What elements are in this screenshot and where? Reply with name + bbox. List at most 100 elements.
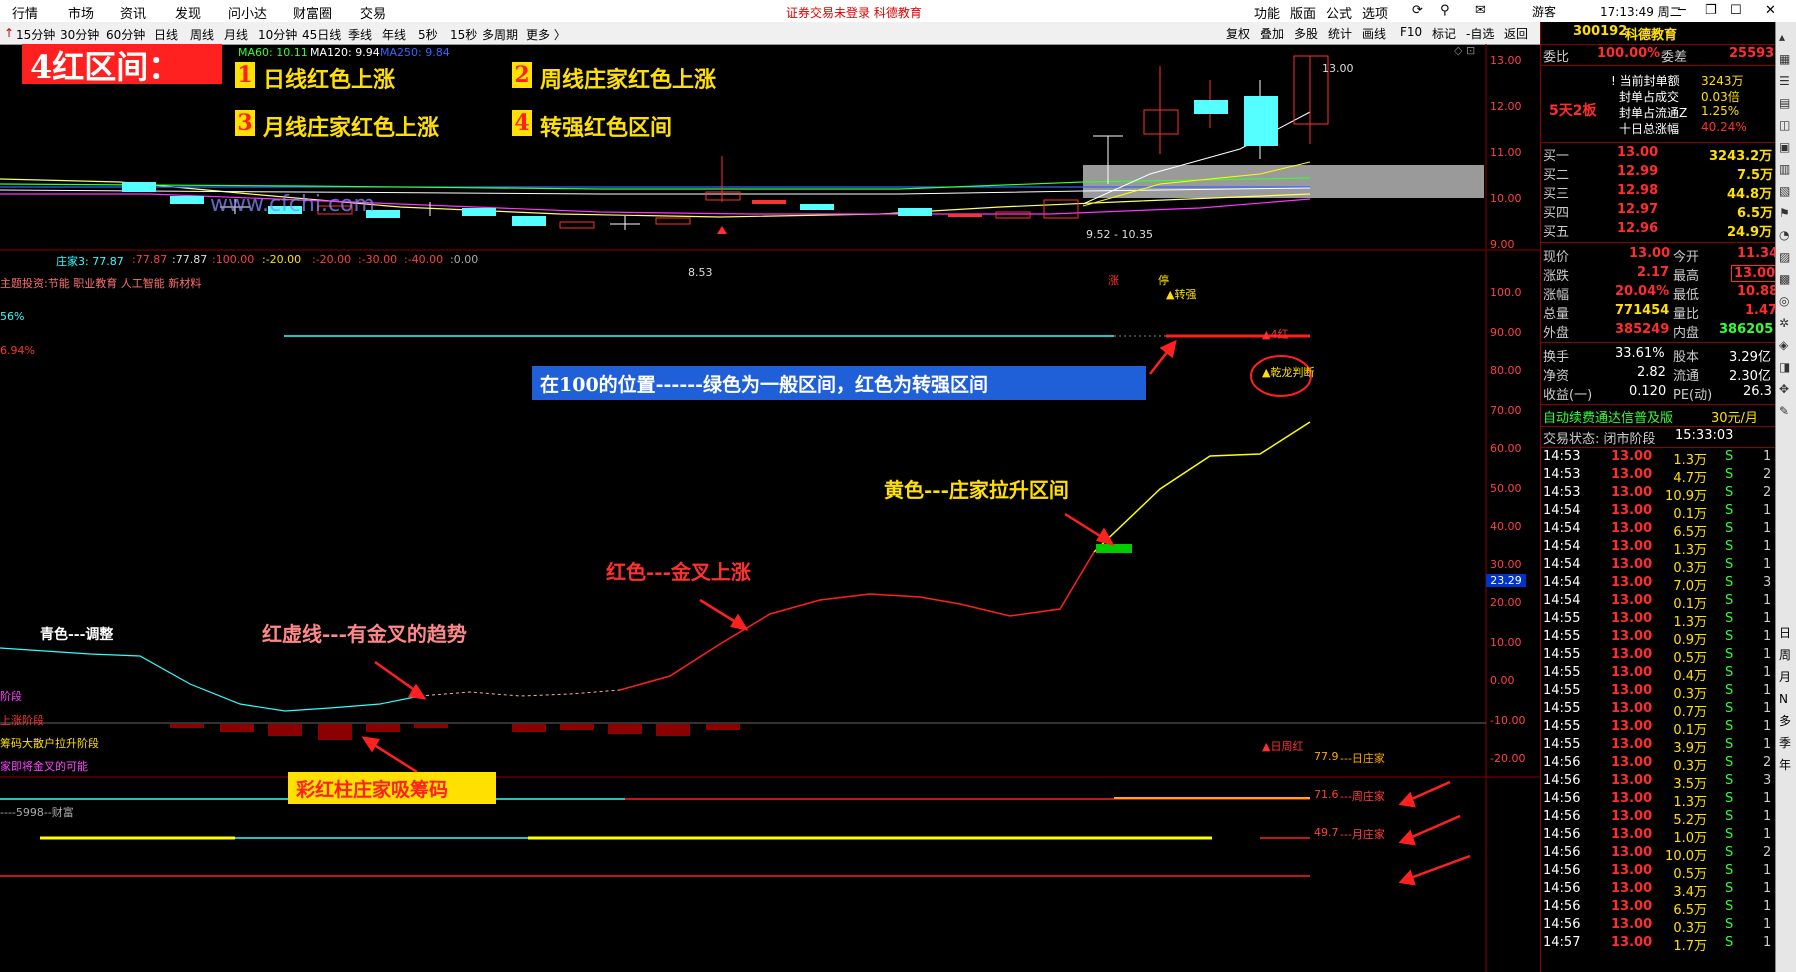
menu-item-hangqing[interactable]: 行情	[12, 3, 38, 22]
tick-row: 14:55 13.00 3.9万 S 1	[1541, 737, 1776, 756]
promo-price[interactable]: 30元/月	[1711, 407, 1758, 426]
btn-duogu[interactable]: 多股	[1294, 25, 1318, 42]
promo-link[interactable]: 自动续费通达信普及版	[1543, 407, 1673, 426]
indicator-val: :-20.00	[312, 253, 352, 266]
sidebar-tab-n[interactable]: N	[1779, 688, 1791, 710]
pin-icon[interactable]: ⚲	[1440, 3, 1450, 18]
tab-60min[interactable]: 60分钟	[106, 26, 145, 43]
rsi-icon[interactable]: ◈	[1779, 334, 1790, 356]
star-icon[interactable]: ✲	[1779, 312, 1790, 334]
tick-price: 13.00	[1611, 647, 1653, 662]
indicator-name: 庄家3: 77.87	[56, 255, 124, 268]
tab-week[interactable]: 周线	[190, 26, 214, 43]
refresh-icon[interactable]: ⟳	[1412, 3, 1423, 18]
list-icon[interactable]: ☰	[1779, 70, 1790, 92]
table-icon[interactable]: ▤	[1779, 92, 1790, 114]
tab-day[interactable]: 日线	[154, 26, 178, 43]
tab-10min[interactable]: 10分钟	[258, 26, 297, 43]
sidebar-tab-month[interactable]: 月	[1779, 666, 1791, 688]
sidebar-tab-year[interactable]: 年	[1779, 754, 1791, 776]
panel-icon[interactable]: ▨	[1779, 246, 1790, 268]
menu-item-gongshi[interactable]: 公式	[1326, 3, 1352, 22]
tick-count: 1	[1763, 737, 1772, 752]
layout-icon[interactable]: ▧	[1779, 180, 1790, 202]
tick-count: 1	[1763, 899, 1772, 914]
sidebar-tab-multi[interactable]: 多	[1779, 710, 1791, 732]
close-icon[interactable]: ✕	[1765, 3, 1776, 18]
tab-30min[interactable]: 30分钟	[60, 26, 99, 43]
tab-15min[interactable]: 15分钟	[16, 26, 55, 43]
topics-label: 主题投资:节能 职业教育 人工智能 新材料	[0, 277, 202, 290]
tick-price: 13.00	[1611, 755, 1653, 770]
sidebar-period-tabs[interactable]: 日 周 月 N 多 季 年	[1779, 622, 1791, 776]
calc-icon[interactable]: ▥	[1779, 158, 1790, 180]
tab-month[interactable]: 月线	[224, 26, 248, 43]
menu-item-faxian[interactable]: 发现	[175, 3, 201, 22]
doc-icon[interactable]: ▣	[1779, 136, 1790, 158]
tick-count: 1	[1763, 791, 1772, 806]
tick-time: 14:56	[1543, 755, 1581, 770]
tab-multi[interactable]: 多周期	[482, 26, 518, 43]
btn-fuquan[interactable]: 复权	[1226, 25, 1250, 42]
trade-time: 15:33:03	[1675, 428, 1734, 443]
menu-item-banmian[interactable]: 版面	[1290, 3, 1316, 22]
pencil-icon[interactable]: ✎	[1779, 400, 1790, 422]
tab-5sec[interactable]: 5秒	[418, 26, 438, 43]
menu-item-gongneng[interactable]: 功能	[1254, 3, 1280, 22]
search-icon[interactable]: ◎	[1779, 290, 1790, 312]
fz-icon[interactable]: ▩	[1779, 268, 1790, 290]
menu-item-caifuquan[interactable]: 财富圈	[293, 3, 332, 22]
user-label[interactable]: 游客	[1532, 3, 1556, 20]
tick-row: 14:55 13.00 0.3万 S 1	[1541, 683, 1776, 702]
tab-year[interactable]: 年线	[382, 26, 406, 43]
tick-volume: 4.7万	[1673, 471, 1707, 486]
tab-15sec[interactable]: 15秒	[450, 26, 477, 43]
btn-f10[interactable]: F10	[1400, 25, 1422, 39]
btn-tongji[interactable]: 统计	[1328, 25, 1352, 42]
sidebar-icons[interactable]: ▴ ▦ ☰ ▤ ◫ ▣ ▥ ▧ ⚑ ◔ ▨ ▩ ◎ ✲ ◈ ◨ ✥ ✎	[1779, 26, 1790, 422]
ind-tick: 0.00	[1490, 674, 1515, 687]
tick-row: 14:56 13.00 0.3万 S 1	[1541, 917, 1776, 936]
btn-zixuan[interactable]: -自选	[1466, 25, 1494, 42]
restore-icon[interactable]: ❐	[1705, 3, 1717, 18]
tick-row: 14:54 13.00 0.1万 S 1	[1541, 593, 1776, 612]
bid-label: 买五	[1543, 225, 1570, 240]
clock-icon[interactable]: ◔	[1779, 224, 1790, 246]
stat-value: 10.88	[1737, 284, 1779, 299]
stat-value: 2.30亿	[1729, 369, 1771, 384]
panel-config-icon[interactable]: ◇ ⊡	[1454, 44, 1475, 57]
nav-up-icon[interactable]: ▴	[1779, 26, 1790, 48]
tick-time: 14:55	[1543, 737, 1581, 752]
tick-side: S	[1725, 755, 1734, 770]
btn-biaoji[interactable]: 标记	[1432, 25, 1456, 42]
sidebar-tab-day[interactable]: 日	[1779, 622, 1791, 644]
tick-side: S	[1725, 809, 1734, 824]
tab-season[interactable]: 季线	[348, 26, 372, 43]
board-label: 5天2板	[1549, 103, 1597, 119]
tab-more[interactable]: 更多 〉	[526, 26, 566, 43]
grid-icon[interactable]: ▦	[1779, 48, 1790, 70]
move-icon[interactable]: ✥	[1779, 378, 1790, 400]
menu-item-xuanxiang[interactable]: 选项	[1362, 3, 1388, 22]
flag-icon[interactable]: ⚑	[1779, 202, 1790, 224]
tab-45day[interactable]: 45日线	[302, 26, 341, 43]
menu-item-wenxiaoda[interactable]: 问小达	[228, 3, 267, 22]
chart-icon[interactable]: ◫	[1779, 114, 1790, 136]
maximize-icon[interactable]: ☐	[1730, 3, 1742, 18]
seal-label: 封单占成交	[1619, 90, 1680, 104]
stat-label: 今开	[1673, 250, 1700, 265]
btn-fanhui[interactable]: 返回	[1504, 25, 1528, 42]
btn-huaxian[interactable]: 画线	[1362, 25, 1386, 42]
sidebar-tab-season[interactable]: 季	[1779, 732, 1791, 754]
stack-icon[interactable]: ◨	[1779, 356, 1790, 378]
mail-icon[interactable]: ✉	[1475, 3, 1486, 18]
menu-item-shichang[interactable]: 市场	[68, 3, 94, 22]
tick-time: 14:54	[1543, 557, 1581, 572]
minimize-icon[interactable]: ─	[1678, 3, 1686, 18]
menu-item-jiaoyi[interactable]: 交易	[360, 3, 386, 22]
chart-area[interactable]: MA60: 10.11 MA120: 9.94 MA250: 9.84 13.0…	[0, 44, 1540, 972]
sidebar-tab-week[interactable]: 周	[1779, 644, 1791, 666]
menu-item-zixun[interactable]: 资讯	[120, 3, 146, 22]
btn-diejia[interactable]: 叠加	[1260, 25, 1284, 42]
arrow-up-icon: ↑	[4, 26, 15, 40]
